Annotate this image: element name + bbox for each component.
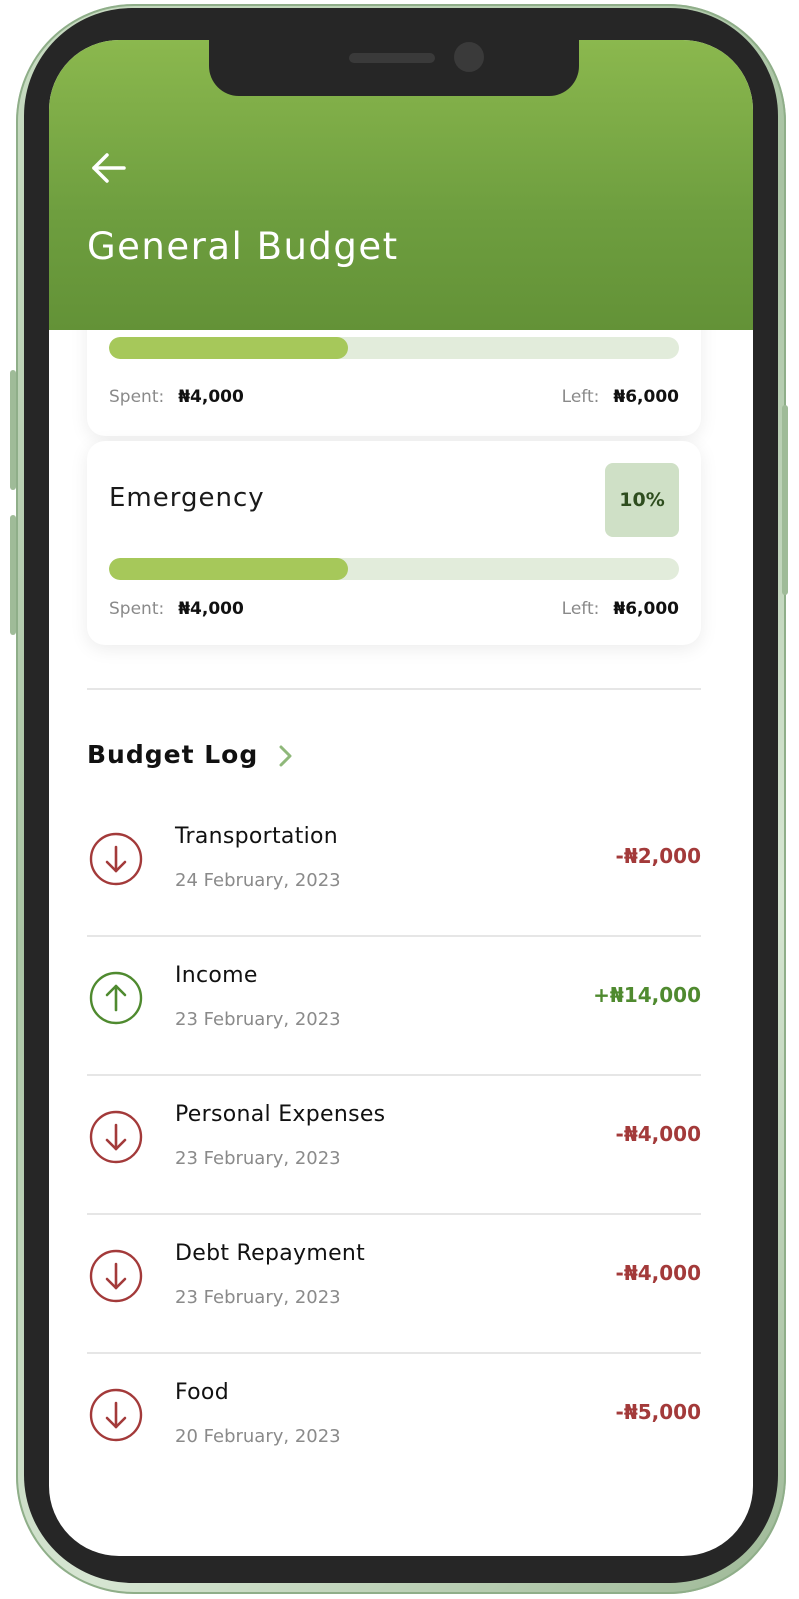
volume-down-button [10,515,16,635]
log-row[interactable]: Income 23 February, 2023 +₦14,000 [87,937,701,1076]
log-item-date: 23 February, 2023 [175,1009,341,1030]
left-stat: Left: ₦6,000 [562,599,679,619]
arrow-up-circle-icon [89,971,143,1025]
arrow-down-circle-icon [89,1388,143,1442]
log-item-date: 24 February, 2023 [175,870,341,891]
log-item-date: 23 February, 2023 [175,1148,341,1169]
log-row[interactable]: Debt Repayment 23 February, 2023 -₦4,000 [87,1215,701,1354]
log-item-amount: -₦4,000 [615,1261,701,1285]
arrow-down-circle-icon [89,1110,143,1164]
progress-fill [109,337,349,359]
card-title: Emergency [109,483,265,513]
log-item-date: 20 February, 2023 [175,1426,341,1447]
log-item-name: Food [175,1380,229,1405]
log-item-amount: -₦2,000 [615,844,701,868]
left-stat: Left: ₦6,000 [562,387,679,407]
progress-fill [109,558,349,580]
log-item-name: Transportation [175,824,339,849]
spent-label: Spent: [109,599,165,619]
left-label: Left: [561,387,600,407]
front-camera [454,42,484,72]
log-item-name: Income [175,963,258,988]
log-item-amount: -₦4,000 [615,1122,701,1146]
log-item-amount: -₦5,000 [615,1400,701,1424]
left-value: ₦6,000 [613,387,679,407]
budget-log-title[interactable]: Budget Log [87,740,258,769]
spent-stat: Spent: ₦4,000 [109,387,244,407]
spent-stat: Spent: ₦4,000 [109,599,244,619]
log-item-name: Debt Repayment [175,1241,366,1266]
speaker-grille [349,53,435,63]
spent-label: Spent: [109,387,165,407]
arrow-down-circle-icon [89,1249,143,1303]
log-row[interactable]: Personal Expenses 23 February, 2023 -₦4,00… [87,1076,701,1215]
progress-track [109,558,679,580]
page-title: General Budget [87,225,399,268]
log-item-amount: +₦14,000 [593,983,701,1007]
power-button [782,405,788,595]
log-row[interactable]: Food 20 February, 2023 -₦5,000 [87,1354,701,1493]
chevron-right-icon[interactable] [274,742,298,770]
phone-notch [209,40,579,96]
log-item-name: Personal Expenses [175,1102,386,1127]
left-label: Left: [561,599,600,619]
progress-track [109,337,679,359]
arrow-left-icon[interactable] [89,148,129,188]
log-item-date: 23 February, 2023 [175,1287,341,1308]
log-row[interactable]: Transportation 24 February, 2023 -₦2,000 [87,798,701,937]
app-screen: Spent: ₦4,000 Left: ₦6,000 Emergency 10%… [49,40,753,1556]
arrow-down-circle-icon [89,832,143,886]
budget-card-emergency[interactable]: Emergency 10% Spent: ₦4,000 Left: ₦6,000 [87,441,701,645]
spent-value: ₦4,000 [178,387,244,407]
left-value: ₦6,000 [613,599,679,619]
section-divider [87,688,701,690]
spent-value: ₦4,000 [178,599,244,619]
percent-badge: 10% [605,463,679,537]
volume-up-button [10,370,16,490]
